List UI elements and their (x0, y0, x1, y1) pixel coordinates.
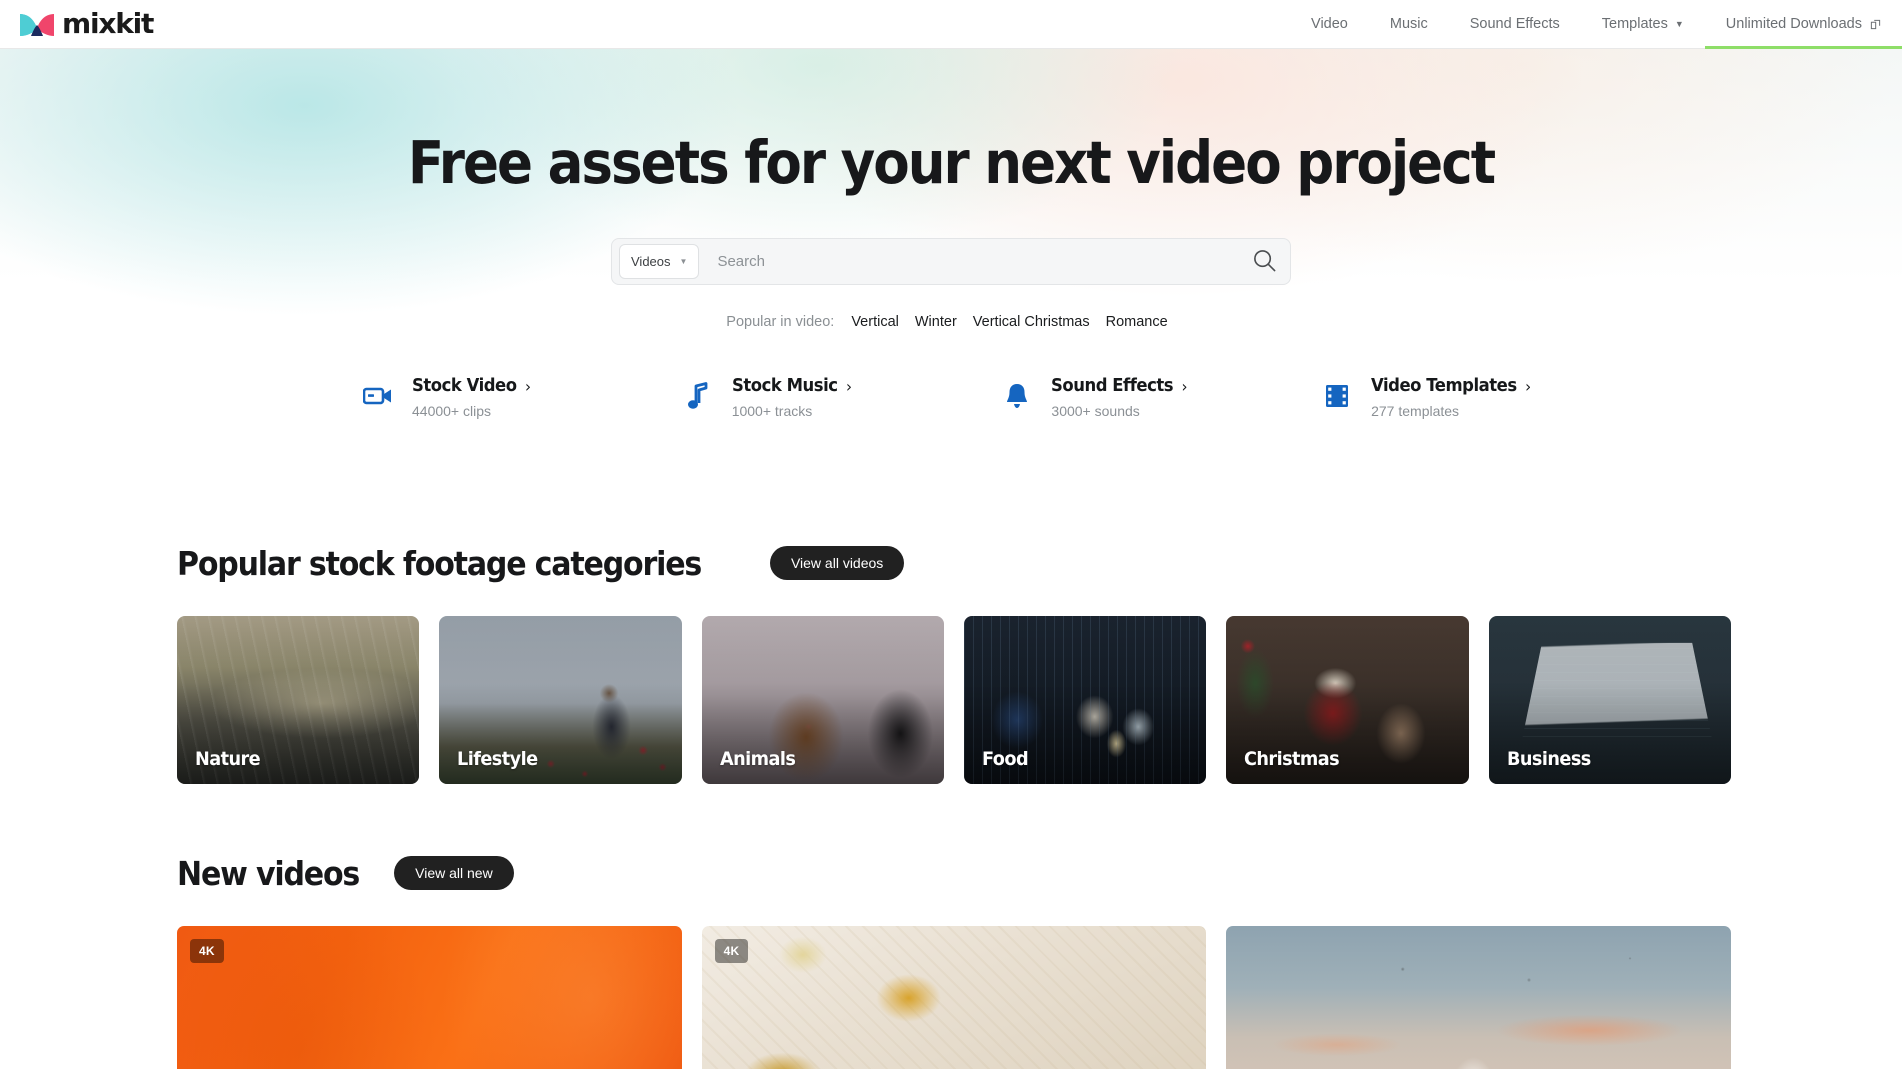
nav-label: Sound Effects (1469, 16, 1560, 32)
nav-item-unlimited-downloads[interactable]: Unlimited Downloads (1704, 0, 1902, 49)
feature-text: Sound Effects › 3000+ sounds (1051, 376, 1196, 419)
feature-text: Video Templates › 277 templates (1371, 376, 1541, 419)
feature-title: Stock Video › (412, 376, 531, 396)
popular-tag-romance[interactable]: Romance (1106, 314, 1168, 330)
category-card-nature[interactable]: Nature (177, 616, 420, 784)
nav-label: Music (1389, 16, 1428, 32)
feature-title-label: Video Templates (1371, 376, 1517, 396)
category-label: Animals (719, 748, 796, 770)
feature-title-label: Sound Effects (1051, 376, 1174, 396)
search-input[interactable] (699, 253, 1244, 270)
video-thumbnail (701, 926, 1207, 1069)
view-all-videos-button[interactable]: View all videos (769, 546, 905, 580)
category-label: Business (1506, 748, 1591, 770)
nav-label: Video (1311, 16, 1348, 32)
chevron-right-icon: › (1181, 376, 1188, 396)
search-icon (1252, 248, 1277, 276)
popular-tag-vertical[interactable]: Vertical (851, 314, 899, 330)
feature-video-templates[interactable]: Video Templates › 277 templates (1320, 376, 1541, 419)
chevron-right-icon: › (525, 376, 531, 396)
nav-label: Templates (1601, 16, 1668, 32)
feature-title-label: Stock Music (731, 376, 838, 396)
category-card-animals[interactable]: Animals (701, 616, 944, 784)
video-card[interactable]: 4K (701, 926, 1207, 1069)
category-label: Christmas (1244, 748, 1340, 770)
view-all-new-button[interactable]: View all new (394, 856, 514, 890)
chevron-down-icon: ▼ (679, 257, 688, 266)
feature-title: Sound Effects › (1051, 376, 1188, 396)
video-card[interactable]: 4K (177, 926, 682, 1069)
category-card-lifestyle[interactable]: Lifestyle (439, 616, 682, 784)
nav-label: Unlimited Downloads (1725, 16, 1862, 32)
popular-label: Popular in video: (726, 314, 835, 330)
resolution-badge: 4K (714, 939, 749, 963)
mixkit-logo-icon (20, 13, 54, 36)
new-videos-row: 4K 4K (177, 926, 1732, 1069)
hero-section: Free assets for your next video project … (0, 49, 1902, 453)
external-link-icon (1870, 18, 1881, 29)
video-card[interactable] (1226, 926, 1732, 1069)
new-videos-header: New videos View all new (177, 856, 1731, 890)
categories-section: Popular stock footage categories View al… (171, 546, 1731, 784)
feature-stock-music[interactable]: Stock Music › 1000+ tracks (681, 376, 891, 419)
chevron-right-icon: › (845, 376, 852, 396)
search-type-dropdown[interactable]: Videos ▼ (619, 244, 700, 279)
category-card-business[interactable]: Business (1488, 616, 1731, 784)
category-card-row: Nature Lifestyle Animals Food Christmas … (177, 616, 1731, 784)
new-videos-title: New videos (177, 853, 360, 893)
feature-text: Stock Video › 44000+ clips (412, 376, 538, 419)
site-header: mixkit Video Music Sound Effects Templat… (0, 0, 1902, 49)
feature-title: Stock Music › (732, 376, 852, 396)
video-thumbnail (177, 926, 682, 1069)
feature-text: Stock Music › 1000+ tracks (732, 376, 859, 419)
chevron-down-icon: ▼ (1674, 18, 1684, 29)
main-nav: Video Music Sound Effects Templates ▼ Un… (1290, 0, 1902, 49)
search-bar: Videos ▼ (611, 238, 1291, 285)
feature-links: Stock Video › 44000+ clips Stock Music ›… (241, 376, 1661, 419)
feature-title: Video Templates › (1371, 376, 1531, 396)
category-label: Nature (195, 748, 261, 770)
category-card-food[interactable]: Food (963, 616, 1207, 784)
resolution-badge: 4K (190, 939, 224, 963)
feature-sound-effects[interactable]: Sound Effects › 3000+ sounds (1000, 376, 1210, 419)
feature-stock-video[interactable]: Stock Video › 44000+ clips (361, 376, 571, 419)
categories-header: Popular stock footage categories View al… (177, 546, 1731, 580)
video-camera-icon (361, 378, 395, 414)
popular-tag-vertical-christmas[interactable]: Vertical Christmas (973, 314, 1090, 330)
search-button[interactable] (1244, 242, 1284, 282)
nav-item-templates[interactable]: Templates ▼ (1581, 0, 1705, 49)
music-note-icon (681, 378, 715, 414)
popular-tag-winter[interactable]: Winter (915, 314, 957, 330)
bell-icon (1000, 378, 1034, 414)
category-label: Food (981, 748, 1029, 770)
logo-wordmark: mixkit (62, 7, 154, 40)
page-title: Free assets for your next video project (407, 128, 1496, 197)
nav-item-music[interactable]: Music (1369, 0, 1449, 49)
popular-searches: Popular in video: Vertical Winter Vertical … (0, 314, 1902, 330)
nav-item-video[interactable]: Video (1290, 0, 1369, 49)
film-strip-icon (1320, 378, 1354, 414)
categories-title: Popular stock footage categories (177, 543, 702, 583)
nav-item-sound-effects[interactable]: Sound Effects (1449, 0, 1581, 49)
logo[interactable]: mixkit (19, 7, 154, 40)
category-label: Lifestyle (457, 748, 538, 770)
new-videos-section: New videos View all new 4K 4K (171, 856, 1732, 1069)
search-type-label: Videos (631, 254, 671, 269)
feature-subtitle: 277 templates (1371, 403, 1460, 419)
feature-subtitle: 44000+ clips (412, 403, 492, 419)
feature-title-label: Stock Video (412, 376, 517, 396)
video-thumbnail (1226, 926, 1732, 1069)
category-card-christmas[interactable]: Christmas (1226, 616, 1469, 784)
feature-subtitle: 3000+ sounds (1051, 403, 1140, 419)
chevron-right-icon: › (1525, 376, 1531, 396)
feature-subtitle: 1000+ tracks (731, 403, 813, 419)
